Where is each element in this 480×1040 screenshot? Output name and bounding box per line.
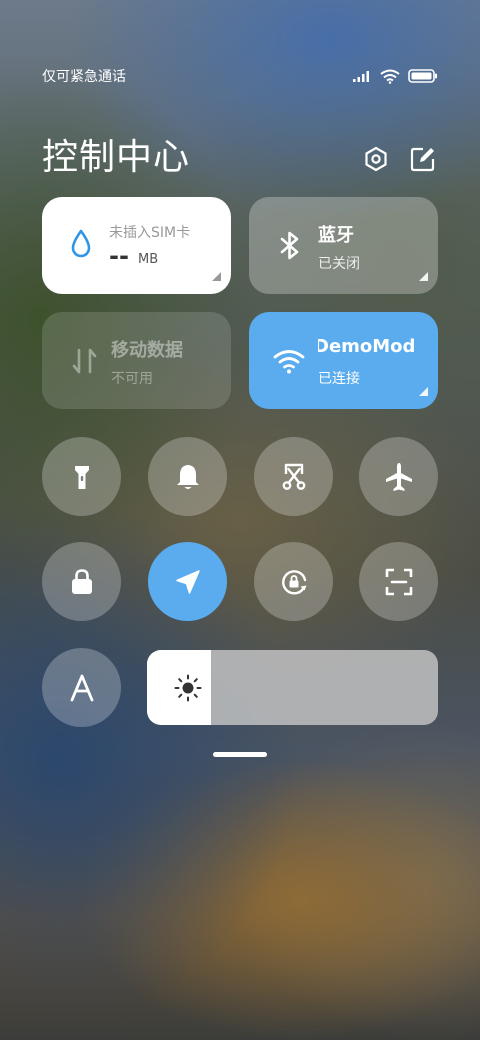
bluetooth-status: 已关闭 [318,256,360,272]
wifi-status-icon [380,69,400,84]
ring-toggle[interactable] [148,437,227,516]
sun-icon [174,674,202,702]
location-arrow-icon [175,569,200,594]
airplane-mode-toggle[interactable] [359,437,438,516]
water-drop-icon [71,229,91,258]
battery-icon [408,69,437,83]
wifi-ssid: DemoMod [318,336,416,357]
wifi-status: 已连接 [318,371,360,387]
bluetooth-tile[interactable]: 蓝牙 已关闭 [249,197,438,294]
screenshot-toggle[interactable] [254,437,333,516]
scan-icon [385,568,412,595]
wifi-ssid-clip: DemoMod [318,336,422,357]
location-toggle[interactable] [148,542,227,621]
bluetooth-icon [280,231,299,260]
data-usage-unit: MB [138,252,159,267]
scanner-toggle[interactable] [359,542,438,621]
rotation-lock-toggle[interactable] [254,542,333,621]
flashlight-toggle[interactable] [42,437,121,516]
airplane-icon [385,462,412,491]
edit-icon[interactable] [410,146,436,172]
mobile-data-label: 移动数据 [111,340,183,361]
data-usage-value: -- [109,242,129,270]
expand-corner-indicator [419,272,428,281]
wifi-icon [273,350,305,374]
wifi-tile[interactable]: DemoMod 已连接 [249,312,438,409]
status-bar: 仅可紧急通话 [42,66,438,86]
mobile-data-tile[interactable]: 移动数据 不可用 [42,312,231,409]
page-title: 控制中心 [42,137,191,178]
mobile-data-status: 不可用 [111,371,153,387]
hexagon-settings-icon[interactable] [363,146,389,172]
font-size-toggle[interactable] [42,648,121,727]
font-a-icon [70,674,93,701]
scissors-icon [282,463,305,490]
data-usage-tile[interactable]: 未插入SIM卡 -- MB [42,197,231,294]
sim-status-label: 未插入SIM卡 [109,225,191,241]
rotation-lock-icon [281,569,306,595]
lock-icon [71,568,92,594]
data-arrows-icon [72,348,97,374]
brightness-slider[interactable] [147,650,438,725]
home-handle[interactable] [213,752,267,757]
signal-icon [353,71,369,82]
bluetooth-label: 蓝牙 [318,225,354,246]
bell-icon [176,464,199,489]
expand-corner-indicator [212,272,221,281]
expand-corner-indicator [419,387,428,396]
lock-screen-toggle[interactable] [42,542,121,621]
carrier-text: 仅可紧急通话 [42,69,126,85]
status-icons [352,69,438,84]
flashlight-icon [74,465,89,489]
